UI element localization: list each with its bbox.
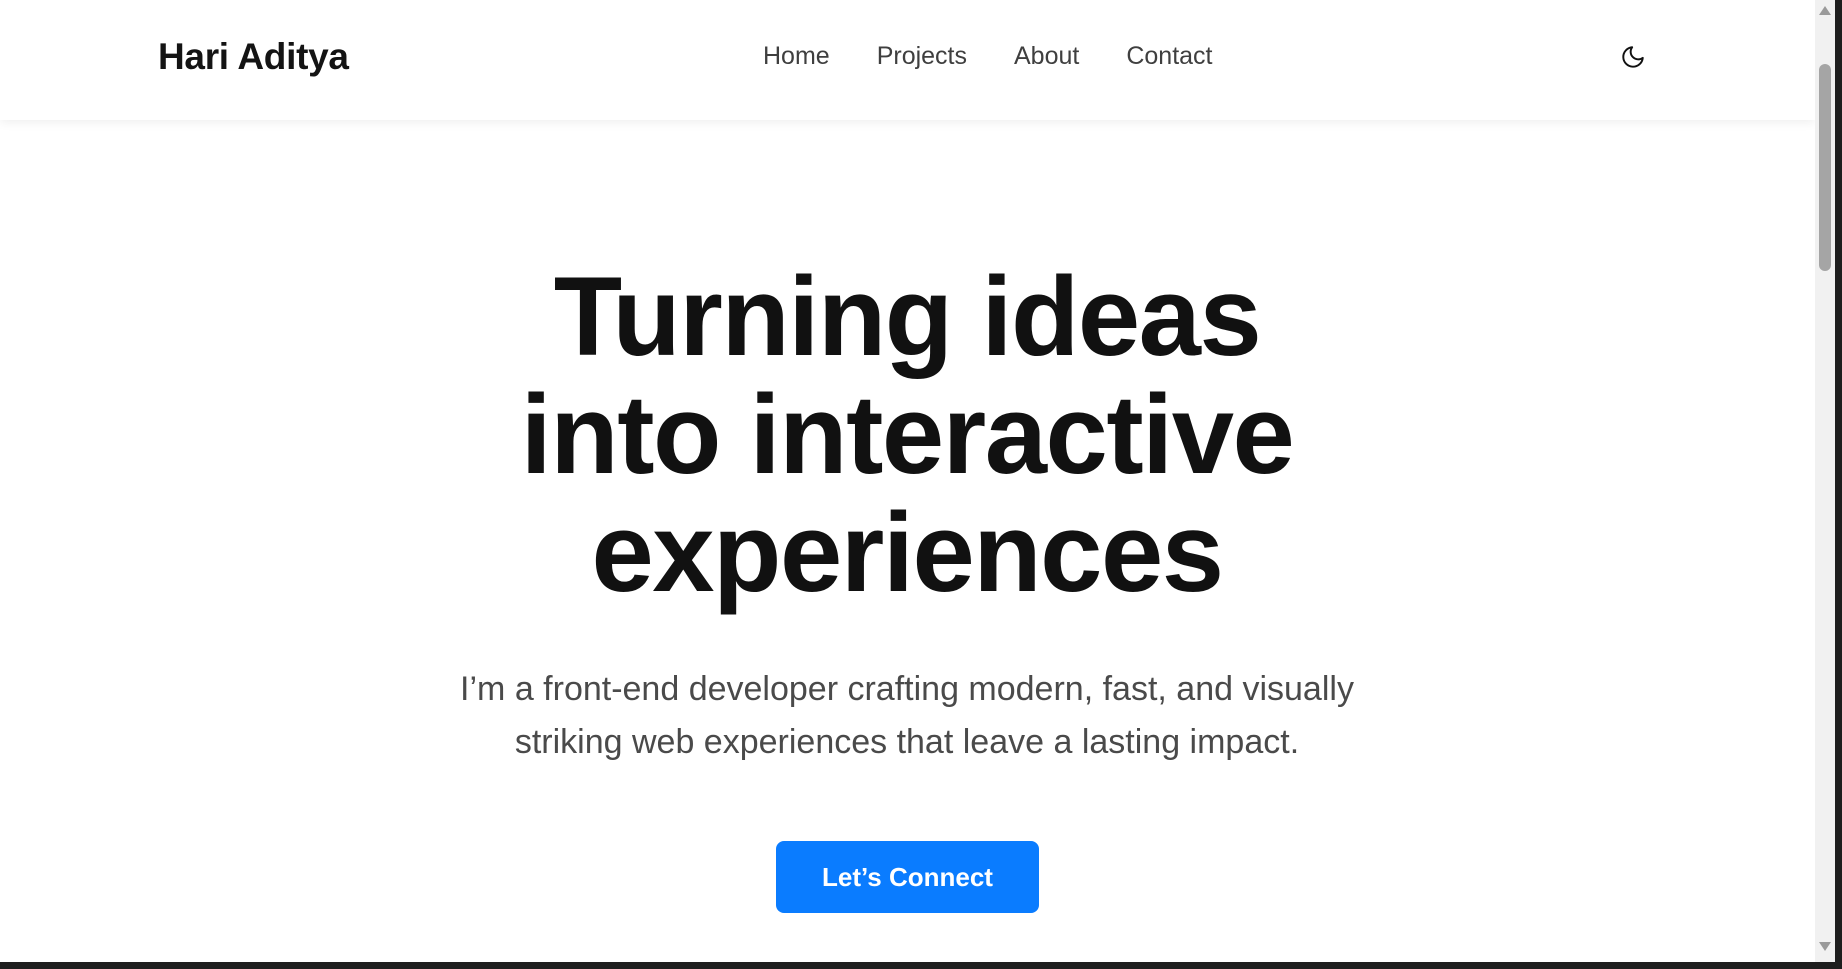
- hero-subtitle-line: I’m a front-end developer crafting moder…: [460, 670, 1354, 708]
- navbar: Hari Aditya Home Projects About Contact: [0, 0, 1815, 120]
- hero-section: Turning ideas into interactive experienc…: [0, 120, 1815, 962]
- scrollbar-thumb[interactable]: [1819, 64, 1831, 271]
- scroll-up-arrow-icon[interactable]: [1819, 6, 1831, 15]
- hero-title: Turning ideas into interactive experienc…: [357, 258, 1457, 612]
- hero-title-line: into interactive: [520, 372, 1295, 497]
- theme-toggle-button[interactable]: [1618, 42, 1648, 72]
- nav-link-projects[interactable]: Projects: [877, 42, 967, 71]
- scroll-down-arrow-icon[interactable]: [1819, 942, 1831, 951]
- nav-link-about[interactable]: About: [1014, 42, 1079, 71]
- nav-link-contact[interactable]: Contact: [1126, 42, 1212, 71]
- hero-title-line: experiences: [591, 490, 1224, 615]
- hero-title-line: Turning ideas: [553, 254, 1262, 379]
- lets-connect-button[interactable]: Let’s Connect: [776, 841, 1039, 913]
- nav-link-home[interactable]: Home: [763, 42, 830, 71]
- hero-subtitle: I’m a front-end developer crafting moder…: [357, 663, 1457, 769]
- page-viewport: Hari Aditya Home Projects About Contact …: [0, 0, 1815, 962]
- hero-subtitle-line: striking web experiences that leave a la…: [514, 723, 1300, 761]
- brand-logo[interactable]: Hari Aditya: [158, 36, 349, 78]
- nav-links: Home Projects About Contact: [763, 42, 1213, 71]
- vertical-scrollbar[interactable]: [1815, 0, 1835, 962]
- moon-icon: [1622, 46, 1644, 68]
